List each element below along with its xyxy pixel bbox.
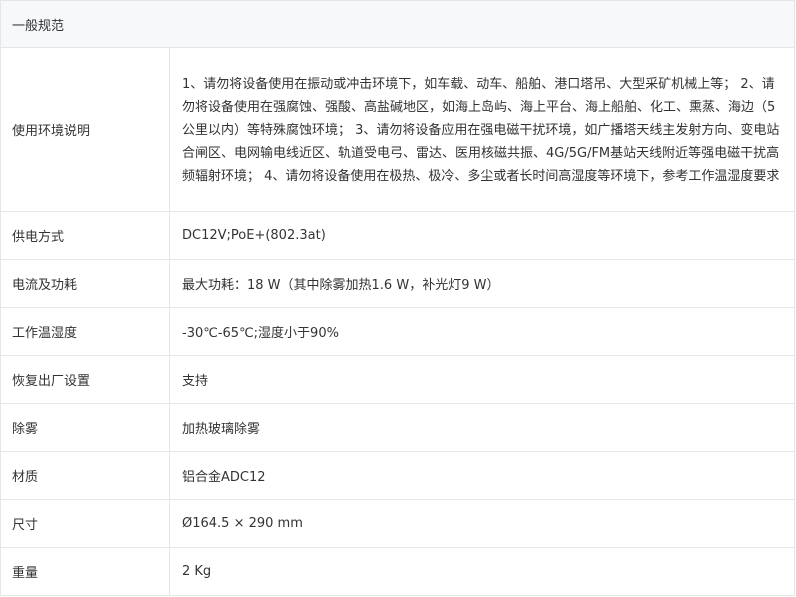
section-header: 一般规范 <box>1 1 794 48</box>
spec-label: 重量 <box>1 548 170 595</box>
table-row: 工作温湿度 -30℃-65℃;湿度小于90% <box>1 308 794 356</box>
spec-value: 铝合金ADC12 <box>182 470 266 485</box>
spec-table: 一般规范 使用环境说明 1、请勿将设备使用在振动或冲击环境下，如车载、动车、船舶… <box>0 0 795 596</box>
spec-label: 使用环境说明 <box>1 48 170 211</box>
spec-label: 尺寸 <box>1 500 170 547</box>
section-title: 一般规范 <box>12 18 65 34</box>
spec-value: 2 Kg <box>182 564 212 579</box>
table-row: 尺寸 Ø164.5 × 290 mm <box>1 500 794 548</box>
spec-value: -30℃-65℃;湿度小于90% <box>182 326 339 341</box>
spec-label: 工作温湿度 <box>1 308 170 355</box>
spec-value: DC12V;PoE+(802.3at) <box>182 228 326 243</box>
table-row: 材质 铝合金ADC12 <box>1 452 794 500</box>
spec-label: 供电方式 <box>1 212 170 259</box>
spec-value: Ø164.5 × 290 mm <box>182 516 303 531</box>
table-row: 使用环境说明 1、请勿将设备使用在振动或冲击环境下，如车载、动车、船舶、港口塔吊… <box>1 48 794 212</box>
spec-label: 恢复出厂设置 <box>1 356 170 403</box>
spec-label: 除雾 <box>1 404 170 451</box>
spec-value: 1、请勿将设备使用在振动或冲击环境下，如车载、动车、船舶、港口塔吊、大型采矿机械… <box>182 77 780 184</box>
table-row: 除雾 加热玻璃除雾 <box>1 404 794 452</box>
spec-label: 电流及功耗 <box>1 260 170 307</box>
table-row: 恢复出厂设置 支持 <box>1 356 794 404</box>
table-row: 重量 2 Kg <box>1 548 794 596</box>
table-row: 供电方式 DC12V;PoE+(802.3at) <box>1 212 794 260</box>
table-row: 电流及功耗 最大功耗：18 W（其中除雾加热1.6 W，补光灯9 W） <box>1 260 794 308</box>
spec-label: 材质 <box>1 452 170 499</box>
spec-value: 加热玻璃除雾 <box>182 422 261 437</box>
spec-value: 支持 <box>182 374 209 389</box>
spec-value: 最大功耗：18 W（其中除雾加热1.6 W，补光灯9 W） <box>182 278 500 293</box>
